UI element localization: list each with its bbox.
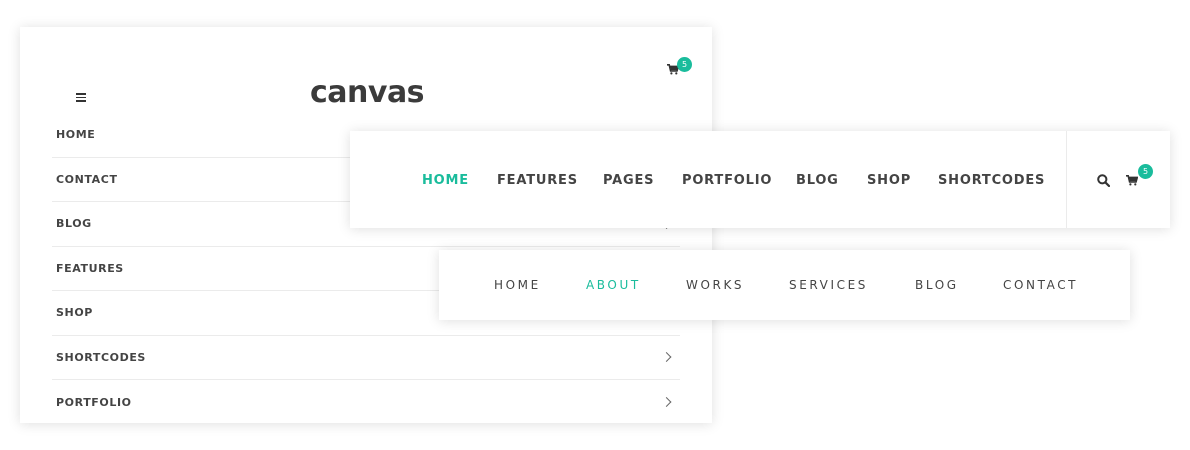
nav-link-home[interactable]: HOME bbox=[494, 278, 541, 292]
cart-count-badge: 5 bbox=[1138, 164, 1153, 179]
chevron-right-icon[interactable] bbox=[661, 352, 672, 363]
hamburger-menu-icon[interactable] bbox=[76, 93, 86, 102]
header-nav-card: HOME FEATURES PAGES PORTFOLIO BLOG SHOP … bbox=[350, 131, 1170, 228]
nav-link-shortcodes[interactable]: SHORTCODES bbox=[938, 173, 1045, 188]
nav-link-portfolio[interactable]: PORTFOLIO bbox=[682, 173, 772, 188]
nav-divider bbox=[1066, 131, 1067, 228]
nav-link-shop[interactable]: SHOP bbox=[867, 173, 911, 188]
mobile-menu-item-label: FEATURES bbox=[56, 261, 124, 275]
mobile-menu-item-portfolio[interactable]: PORTFOLIO bbox=[52, 380, 680, 425]
cart-button[interactable]: 5 bbox=[1126, 164, 1153, 195]
cart-count-badge: 5 bbox=[677, 57, 692, 72]
spaced-nav-card: HOME ABOUT WORKS SERVICES BLOG CONTACT bbox=[439, 250, 1130, 320]
nav-link-blog[interactable]: BLOG bbox=[915, 278, 959, 292]
nav-link-services[interactable]: SERVICES bbox=[789, 278, 868, 292]
nav-link-home[interactable]: HOME bbox=[422, 173, 469, 188]
cart-button[interactable]: 5 bbox=[667, 57, 692, 84]
search-icon[interactable] bbox=[1097, 174, 1110, 187]
chevron-right-icon[interactable] bbox=[661, 397, 672, 408]
mobile-menu-item-shortcodes[interactable]: SHORTCODES bbox=[52, 336, 680, 380]
mobile-menu-item-label: SHOP bbox=[56, 306, 93, 320]
nav-link-works[interactable]: WORKS bbox=[686, 278, 744, 292]
nav-link-pages[interactable]: PAGES bbox=[603, 173, 654, 188]
nav-link-blog[interactable]: BLOG bbox=[796, 173, 839, 188]
nav-link-features[interactable]: FEATURES bbox=[497, 173, 578, 188]
nav-link-contact[interactable]: CONTACT bbox=[1003, 278, 1078, 292]
mobile-menu-item-label: CONTACT bbox=[56, 172, 118, 186]
mobile-menu-item-label: BLOG bbox=[56, 217, 92, 231]
mobile-menu-item-label: SHORTCODES bbox=[56, 350, 146, 364]
cart-icon bbox=[1126, 175, 1138, 186]
mobile-menu-item-label: PORTFOLIO bbox=[56, 395, 132, 409]
mobile-menu-item-label: HOME bbox=[56, 128, 96, 142]
logo[interactable]: canvas bbox=[310, 75, 425, 110]
nav-link-about[interactable]: ABOUT bbox=[586, 278, 641, 292]
